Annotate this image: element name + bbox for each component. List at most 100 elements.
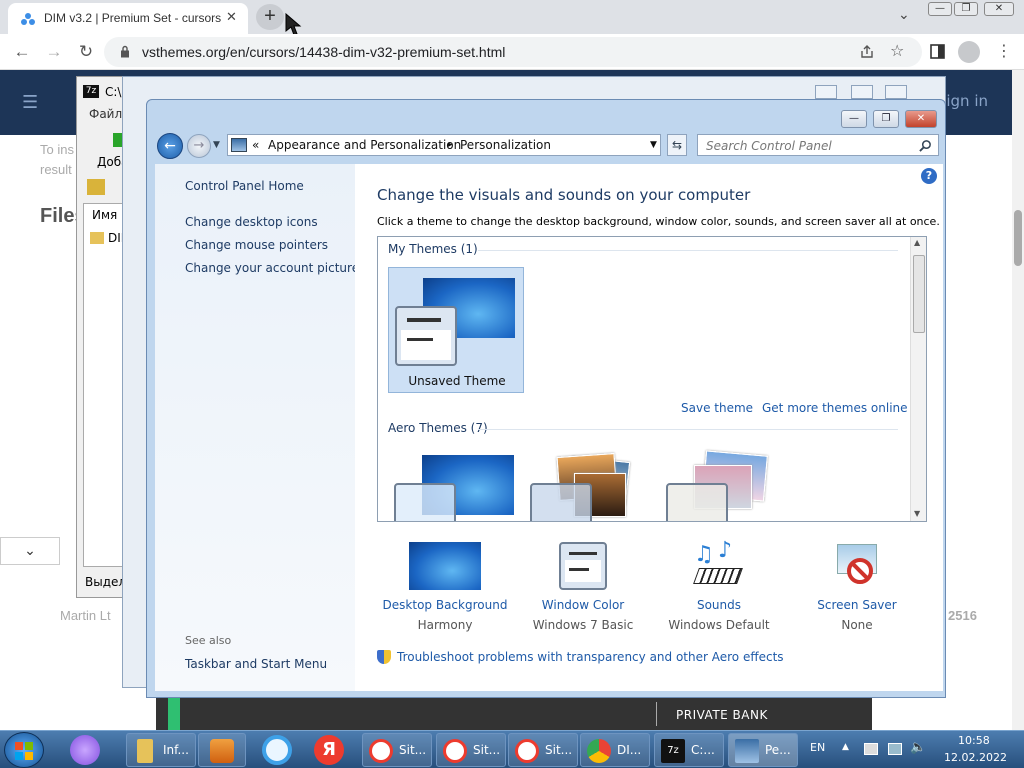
taskbar-item-media-player[interactable] [198,733,246,767]
cp-close-button[interactable]: ✕ [905,110,937,128]
change-account-picture-link[interactable]: Change your account picture [185,261,359,275]
taskbar-item-label: Sit... [473,743,501,757]
sounds-item[interactable]: ♫ ♪ Sounds Windows Default [651,538,787,632]
taskbar-start-menu-link[interactable]: Taskbar and Start Menu [185,657,327,671]
taskbar-item-yandex-2[interactable]: Sit... [436,733,506,767]
action-center-icon[interactable] [864,743,878,755]
scroll-down-icon[interactable]: ▼ [914,509,920,518]
theme-list-scrollbar[interactable]: ▲ ▼ [910,237,926,521]
desktop-background-link[interactable]: Desktop Background [377,598,513,612]
theme-list[interactable]: My Themes (1) Unsaved Theme Save theme G… [377,236,927,522]
control-panel-icon [231,138,247,152]
back-button[interactable]: ← [10,40,34,64]
cp-search-box[interactable]: Search Control Panel [697,134,939,156]
share-icon[interactable] [860,45,875,59]
cp-left-pane: Control Panel Home Change desktop icons … [155,164,359,691]
start-button[interactable] [4,732,44,768]
secondary-maximize-button[interactable] [851,85,873,99]
address-bar[interactable]: vsthemes.org/en/cursors/14438-dim-v32-pr… [104,37,922,67]
control-panel-window[interactable]: — ❐ ✕ ← → ▼ « Appearance and Personaliza… [146,99,946,698]
cp-back-button[interactable]: ← [157,133,183,159]
window-color-link[interactable]: Window Color [515,598,651,612]
desktop-background-item[interactable]: Desktop Background Harmony [377,542,513,632]
aero-theme-architecture[interactable] [528,449,664,521]
tab-search-chevron-icon[interactable]: ⌄ [898,7,910,23]
cp-forward-button[interactable]: → [187,134,211,158]
theme-list-scroll-thumb[interactable] [913,255,925,333]
aero-theme-windows7[interactable] [392,455,528,521]
7zip-icon: 7z [661,739,685,763]
site-favicon-icon [21,13,35,25]
column-name-header[interactable]: Имя [92,208,117,222]
clock-date[interactable]: 12.02.2022 [944,751,1007,764]
forward-button[interactable]: → [42,40,66,64]
7zip-menu-file[interactable]: Файл [89,107,122,121]
menu-dots-icon[interactable]: ⋮ [996,41,1012,60]
tray-expand-icon[interactable]: ▲ [842,742,849,752]
aero-theme-characters[interactable] [664,449,800,521]
page-scrollbar-thumb[interactable] [1014,210,1022,266]
taskbar-item-label: Inf... [163,743,189,757]
profile-avatar-icon[interactable] [958,41,980,63]
change-mouse-pointers-link[interactable]: Change mouse pointers [185,238,328,252]
browser-tab[interactable]: DIM v3.2 | Premium Set - cursors ✕ [8,3,248,34]
sounds-link[interactable]: Sounds [651,598,787,612]
download-shelf-toggle[interactable]: ⌄ [0,537,60,565]
change-desktop-icons-link[interactable]: Change desktop icons [185,215,318,229]
volume-icon[interactable]: 🔈 [910,740,926,755]
screen-saver-item[interactable]: Screen Saver None [789,542,925,632]
yandex-browser-icon[interactable]: Я [314,735,344,765]
breadcrumb-personalization[interactable]: Personalization [460,138,551,152]
cp-minimize-button[interactable]: — [841,110,867,128]
secondary-close-button[interactable] [885,85,907,99]
site-text-fragment: result [40,162,72,177]
network-icon[interactable] [888,743,902,755]
language-indicator[interactable]: EN [810,741,825,754]
recent-pages-chevron-icon[interactable]: ▼ [213,140,220,150]
scroll-up-icon[interactable]: ▲ [914,238,920,247]
browser-restore-button[interactable]: ❐ [954,2,978,16]
taskbar-item-chrome[interactable]: DI... [580,733,650,767]
get-more-themes-link[interactable]: Get more themes online [762,401,908,415]
cp-address-bar[interactable]: « Appearance and Personalization ▸ Perso… [227,134,661,156]
browser-tab-strip: DIM v3.2 | Premium Set - cursors ✕ + ⌄ —… [0,0,1024,36]
ad-text: PRIVATE BANK [676,708,768,722]
hamburger-icon[interactable]: ☰ [22,92,38,113]
address-dropdown-icon[interactable]: ▼ [650,140,657,150]
save-theme-link[interactable]: Save theme [681,401,753,415]
internet-explorer-icon[interactable] [262,735,292,765]
control-panel-home-link[interactable]: Control Panel Home [185,179,304,193]
new-tab-button[interactable]: + [256,4,284,30]
breadcrumb-appearance[interactable]: Appearance and Personalization [268,138,461,152]
clock-time[interactable]: 10:58 [958,734,990,747]
browser-close-button[interactable]: ✕ [984,2,1014,16]
folder-up-icon[interactable] [87,179,105,195]
taskbar-item-explorer[interactable]: Inf... [126,733,196,767]
secondary-minimize-button[interactable] [815,85,837,99]
breadcrumb-separator-icon[interactable]: ▸ [448,140,453,150]
taskbar-item-personalization[interactable]: Pe... [728,733,798,767]
help-icon[interactable]: ? [921,168,937,184]
troubleshoot-aero-link[interactable]: Troubleshoot problems with transparency … [377,650,784,664]
page-subtitle: Click a theme to change the desktop back… [377,215,940,228]
bookmark-star-icon[interactable]: ☆ [890,41,904,60]
screen-saver-link[interactable]: Screen Saver [789,598,925,612]
banner-ad[interactable]: PRIVATE BANK [156,698,872,730]
taskbar-item-yandex-3[interactable]: Sit... [508,733,578,767]
breadcrumb-overflow[interactable]: « [252,138,259,152]
tab-close-icon[interactable]: ✕ [226,9,237,25]
taskbar-item-7zip[interactable]: 7z C:... [654,733,724,767]
cp-maximize-button[interactable]: ❐ [873,110,899,128]
side-panel-icon[interactable] [930,44,945,59]
page-scrollbar[interactable] [1012,70,1024,730]
alice-assistant-icon[interactable] [70,735,100,765]
search-icon[interactable] [919,139,932,152]
browser-minimize-button[interactable]: — [928,2,952,16]
window-color-value: Windows 7 Basic [532,618,634,632]
taskbar-item-yandex-1[interactable]: Sit... [362,733,432,767]
reload-button[interactable]: ↻ [74,40,98,64]
window-color-item[interactable]: Window Color Windows 7 Basic [515,542,651,632]
cp-refresh-button[interactable]: ⇆ [667,134,687,156]
screen-saver-value: None [841,618,873,632]
unsaved-theme-tile[interactable]: Unsaved Theme [388,267,524,393]
